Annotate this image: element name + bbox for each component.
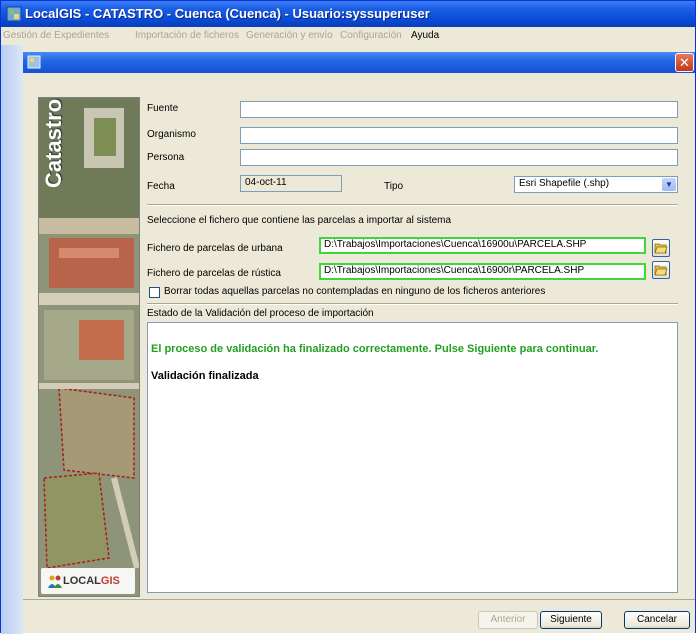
cancelar-button[interactable]: Cancelar [624, 611, 690, 629]
siguiente-button[interactable]: Siguiente [540, 611, 602, 629]
title-bar[interactable]: LocalGIS - CATASTRO - Cuenca (Cuenca) - … [1, 1, 695, 27]
tipo-select[interactable]: Esri Shapefile (.shp) ▼ [514, 176, 678, 193]
delete-parcels-checkbox[interactable] [149, 287, 160, 298]
fuente-input[interactable] [240, 101, 678, 118]
urbana-browse-button[interactable] [652, 239, 670, 257]
rustica-label: Fichero de parcelas de rústica [147, 268, 281, 279]
open-folder-icon [654, 265, 668, 276]
menu-importacion-ficheros[interactable]: Importación de ficheros [135, 30, 239, 41]
tipo-select-value: Esri Shapefile (.shp) [519, 178, 610, 189]
validation-status-area[interactable]: El proceso de validación ha finalizado c… [147, 322, 678, 593]
validation-section-label: Estado de la Validación del proceso de i… [147, 308, 374, 319]
app-window: LocalGIS - CATASTRO - Cuenca (Cuenca) - … [0, 0, 696, 634]
people-icon [48, 575, 62, 588]
urbana-label: Fichero de parcelas de urbana [147, 243, 283, 254]
organismo-input[interactable] [240, 127, 678, 144]
localgis-logo: LOCALGIS [41, 568, 135, 594]
import-dialog: Catastro LOCALGIS Fuente Organismo Perso… [23, 73, 695, 633]
rustica-browse-button[interactable] [652, 261, 670, 279]
fecha-input[interactable]: 04-oct-11 [240, 175, 342, 192]
close-button[interactable]: ✕ [675, 53, 694, 72]
anterior-button[interactable]: Anterior [478, 611, 538, 629]
separator [147, 303, 678, 305]
app-icon [6, 6, 22, 22]
fecha-label: Fecha [147, 181, 175, 192]
organismo-label: Organismo [147, 129, 196, 140]
delete-parcels-label: Borrar todas aquellas parcelas no contem… [164, 286, 546, 297]
menu-configuracion[interactable]: Configuración [340, 30, 402, 41]
tipo-label: Tipo [384, 181, 404, 192]
menu-generacion-envio[interactable]: Generación y envío [246, 30, 333, 41]
logo-text: LOCALGIS [63, 575, 120, 587]
rustica-file-input[interactable]: D:\Trabajos\Importaciones\Cuenca\16900r\… [319, 263, 646, 280]
footer-separator [23, 599, 695, 600]
dialog-title-bar[interactable]: ✕ [23, 52, 695, 73]
validation-final-message: Validación finalizada [151, 370, 259, 382]
persona-input[interactable] [240, 149, 678, 166]
open-folder-icon [654, 243, 668, 254]
urbana-file-input[interactable]: D:\Trabajos\Importaciones\Cuenca\16900u\… [319, 237, 646, 254]
separator [147, 204, 678, 206]
validation-success-message: El proceso de validación ha finalizado c… [151, 343, 599, 355]
persona-label: Persona [147, 152, 185, 163]
logo-prefix: LOCAL [63, 575, 101, 587]
background-strip [1, 45, 23, 634]
menu-gestion-expedientes[interactable]: Gestión de Expedientes [3, 30, 109, 41]
window-title: LocalGIS - CATASTRO - Cuenca (Cuenca) - … [25, 6, 430, 21]
side-panel-title: Catastro [41, 98, 66, 188]
fuente-label: Fuente [147, 103, 179, 114]
file-instruction: Seleccione el fichero que contiene las p… [147, 215, 452, 226]
chevron-down-icon[interactable]: ▼ [662, 178, 676, 191]
logo-suffix: GIS [100, 575, 120, 587]
menu-bar: Gestión de Expedientes Importación de fi… [1, 27, 695, 45]
side-panel-image: Catastro LOCALGIS [38, 97, 140, 597]
menu-ayuda[interactable]: Ayuda [411, 30, 439, 41]
dialog-icon [27, 55, 41, 69]
